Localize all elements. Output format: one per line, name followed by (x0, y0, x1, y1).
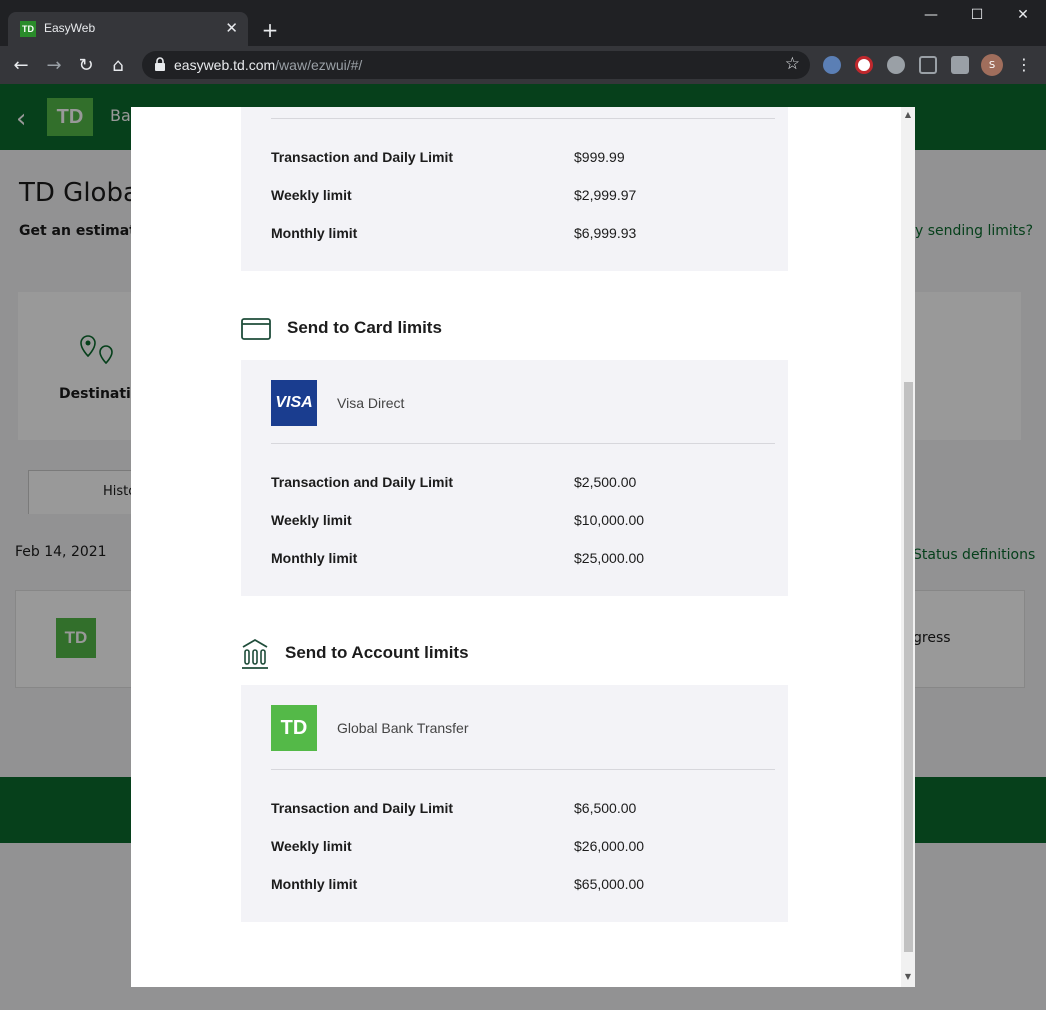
visa-logo: VISA (271, 380, 317, 426)
td-bank-logo: TD (271, 705, 317, 751)
address-bar[interactable]: easyweb.td.com/waw/ezwui/#/ ☆ (142, 51, 810, 79)
scroll-up-arrow-icon[interactable]: ▲ (903, 110, 913, 119)
back-icon[interactable]: ← (8, 52, 34, 78)
weekly-limit-label: Weekly limit (271, 512, 352, 528)
bank-icon (242, 638, 268, 669)
maximize-icon[interactable]: ☐ (954, 0, 1000, 30)
global-bank-transfer-label: Global Bank Transfer (337, 720, 469, 736)
visa-direct-label: Visa Direct (337, 395, 405, 411)
monthly-limit-label: Monthly limit (271, 225, 358, 241)
bookmark-star-icon[interactable]: ☆ (785, 54, 800, 74)
profile-avatar[interactable]: S (981, 54, 1003, 76)
monthly-limit-value: $6,999.93 (574, 225, 637, 241)
url-path: /waw/ezwui/#/ (275, 57, 363, 73)
weekly-limit-label: Weekly limit (271, 838, 352, 854)
url-host: easyweb.td.com (174, 57, 276, 73)
extension-play-icon[interactable] (887, 56, 905, 74)
td-favicon-icon: TD (20, 21, 36, 37)
modal-scrollbar[interactable]: ▲ ▼ (901, 107, 915, 987)
card-limits-panel: VISA Visa Direct Transaction and Daily L… (241, 360, 788, 596)
extension-owl-icon[interactable] (823, 56, 841, 74)
reload-icon[interactable]: ↻ (73, 52, 99, 78)
new-tab-icon[interactable]: + (256, 16, 284, 44)
weekly-limit-value: $10,000.00 (574, 512, 645, 528)
browser-tab-bar: TD EasyWeb ✕ + — ☐ ✕ (0, 0, 1046, 46)
panel-divider (271, 118, 775, 119)
transaction-daily-limit-label: Transaction and Daily Limit (271, 800, 454, 816)
monthly-limit-label: Monthly limit (271, 876, 358, 892)
home-icon[interactable]: ⌂ (105, 52, 131, 78)
tab-title: EasyWeb (44, 21, 96, 35)
transaction-daily-limit-value: $6,500.00 (574, 800, 637, 816)
sending-limits-modal: Transaction and Daily Limit $999.99 Week… (131, 107, 915, 987)
browser-menu-icon[interactable]: ⋮ (1016, 55, 1032, 74)
transaction-daily-limit-value: $2,500.00 (574, 474, 637, 490)
minimize-icon[interactable]: — (908, 0, 954, 30)
browser-toolbar: ← → ↻ ⌂ easyweb.td.com/waw/ezwui/#/ ☆ (0, 46, 1046, 84)
monthly-limit-label: Monthly limit (271, 550, 358, 566)
transaction-daily-limit-label: Transaction and Daily Limit (271, 474, 454, 490)
monthly-limit-value: $25,000.00 (574, 550, 645, 566)
tab-close-icon[interactable]: ✕ (225, 19, 238, 37)
monthly-limit-value: $65,000.00 (574, 876, 645, 892)
send-to-card-title: Send to Card limits (287, 318, 442, 337)
transaction-daily-limit-label: Transaction and Daily Limit (271, 149, 454, 165)
scroll-thumb[interactable] (904, 382, 913, 952)
top-limits-panel: Transaction and Daily Limit $999.99 Week… (241, 107, 788, 271)
send-to-account-title: Send to Account limits (285, 643, 469, 662)
extension-forward-icon[interactable] (855, 56, 873, 74)
scroll-down-arrow-icon[interactable]: ▼ (903, 972, 913, 981)
extensions-puzzle-icon[interactable] (951, 56, 969, 74)
panel-divider (271, 443, 775, 444)
url-text: easyweb.td.com/waw/ezwui/#/ (174, 57, 362, 73)
close-window-icon[interactable]: ✕ (1000, 0, 1046, 30)
forward-icon[interactable]: → (41, 52, 67, 78)
lock-icon (155, 57, 165, 71)
weekly-limit-value: $2,999.97 (574, 187, 637, 203)
panel-divider (271, 769, 775, 770)
weekly-limit-value: $26,000.00 (574, 838, 645, 854)
credit-card-icon (241, 318, 271, 340)
weekly-limit-label: Weekly limit (271, 187, 352, 203)
browser-tab[interactable]: TD EasyWeb ✕ (8, 12, 248, 46)
account-limits-panel: TD Global Bank Transfer Transaction and … (241, 685, 788, 922)
transaction-daily-limit-value: $999.99 (574, 149, 625, 165)
extension-shield-icon[interactable] (919, 56, 937, 74)
